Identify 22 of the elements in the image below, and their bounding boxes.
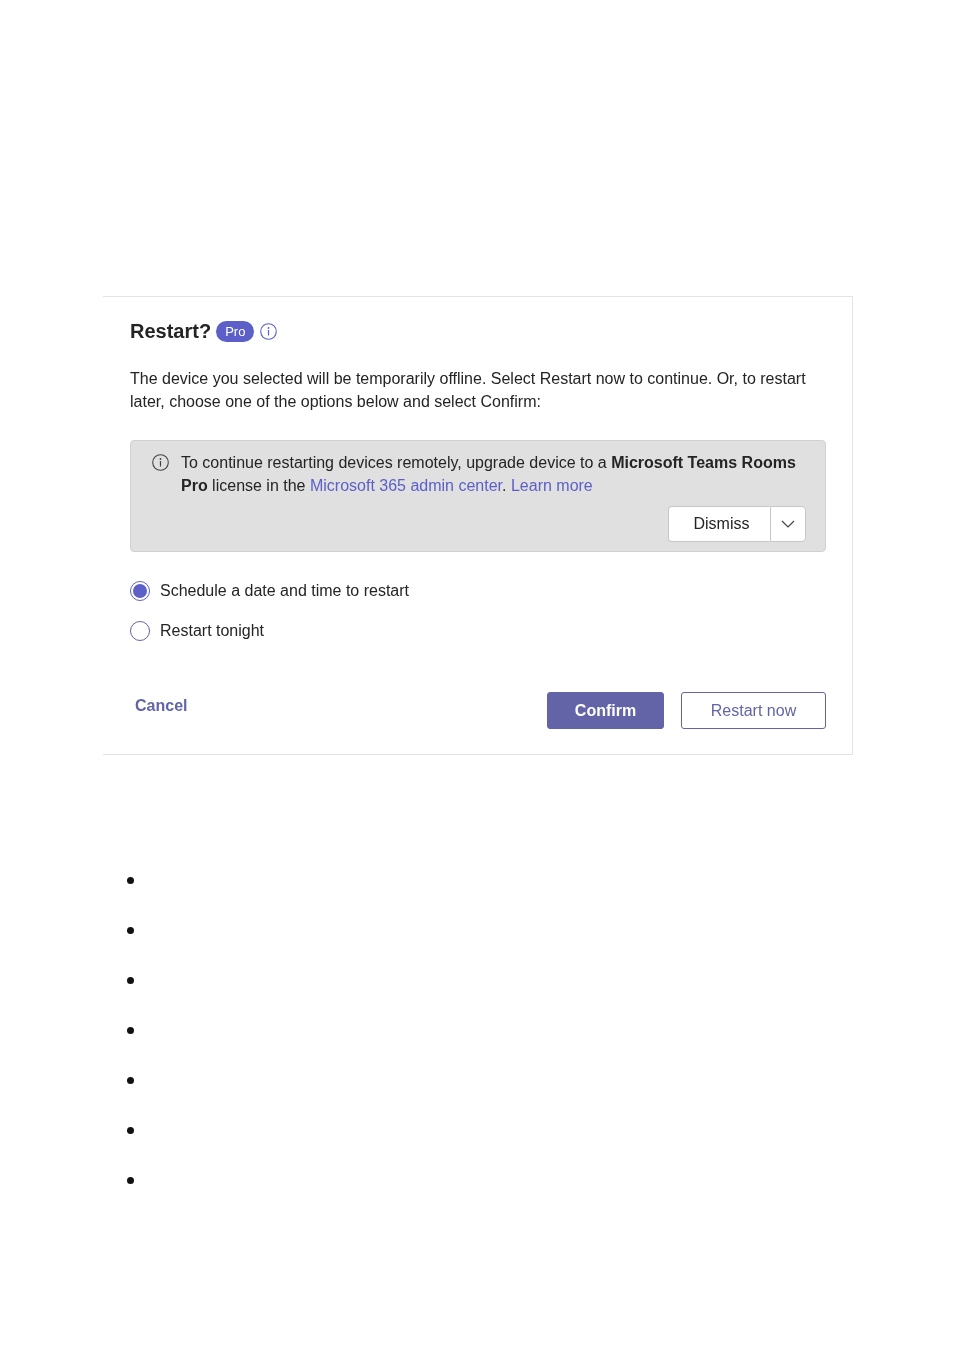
- dismiss-button[interactable]: Dismiss: [668, 506, 770, 542]
- bullet-icon: [127, 1126, 134, 1134]
- message-text: To continue restarting devices remotely, upgrade device to a Microsoft Teams Rooms Pro license in the Microsoft 365 admin center. Learn more: [181, 453, 797, 496]
- tier-badge: Pro: [216, 320, 255, 342]
- info-icon[interactable]: [260, 322, 278, 340]
- message-link[interactable]: Learn more: [510, 477, 593, 494]
- radio-label: Restart tonight: [160, 621, 265, 641]
- bullet-icon: [127, 1026, 134, 1034]
- cancel-link[interactable]: Cancel: [135, 696, 188, 716]
- info-icon: [152, 454, 169, 471]
- dialog-description: The device you selected will be temporarily offline. Select Restart now to continue. Or, to restart later, choose one of the options below and select Confirm:: [130, 369, 807, 412]
- message-link[interactable]: Microsoft 365 admin center: [309, 477, 503, 494]
- bullet-icon: [127, 1176, 134, 1184]
- confirm-button[interactable]: Confirm: [547, 692, 664, 729]
- bullet-icon: [127, 876, 134, 884]
- restart-now-button[interactable]: Restart now: [681, 692, 826, 729]
- bullet-icon: [127, 976, 134, 984]
- bullet-icon: [127, 1076, 134, 1084]
- bullet-icon: [127, 926, 134, 934]
- chevron-down-icon: [781, 520, 795, 528]
- radio-label: Schedule a date and time to restart: [160, 581, 410, 601]
- dialog-title: Restart?: [130, 319, 212, 344]
